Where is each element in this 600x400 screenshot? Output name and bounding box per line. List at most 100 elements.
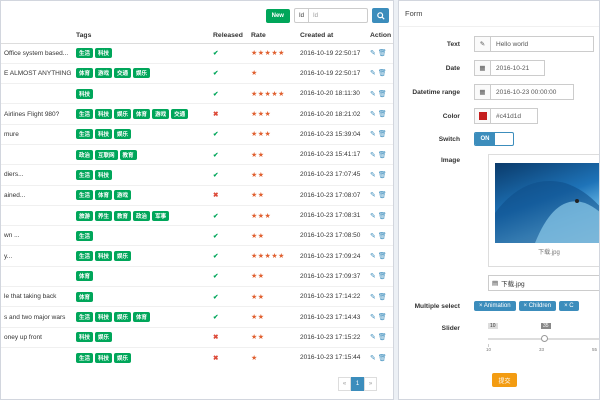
- edit-icon[interactable]: ✎: [370, 213, 378, 220]
- edit-icon[interactable]: ✎: [370, 172, 378, 179]
- trash-icon[interactable]: 🗑: [378, 152, 387, 159]
- check-icon: ✔: [213, 232, 219, 240]
- edit-icon[interactable]: ✎: [370, 273, 378, 280]
- tag-badge: 生活: [76, 230, 94, 241]
- table-row: diers... 生活 科技 ✔ ★★ 2016-10-23 17:07:45 ✎ 🗑: [1, 164, 393, 186]
- chip-animation[interactable]: × Animation: [474, 301, 516, 311]
- trash-icon[interactable]: 🗑: [378, 253, 387, 260]
- edit-icon[interactable]: ✎: [370, 294, 378, 301]
- text-field[interactable]: ✎ Hello world: [474, 36, 594, 52]
- table-row: 政治 互联网 教育 ✔ ★★ 2016-10-23 15:41:17 ✎ 🗑: [1, 143, 393, 165]
- text-row: Text ✎ Hello world: [399, 36, 599, 52]
- edit-icon[interactable]: ✎: [370, 253, 378, 260]
- cell-tags: 生活 科技 娱乐: [73, 346, 210, 368]
- trash-icon[interactable]: 🗑: [378, 70, 387, 77]
- cell-title: [1, 265, 73, 287]
- cross-icon: ✖: [213, 111, 219, 119]
- cell-tags: 体育: [73, 265, 210, 287]
- cell-released: ✔: [210, 245, 248, 267]
- edit-icon[interactable]: ✎: [370, 334, 378, 341]
- cell-actions: ✎ 🗑: [367, 346, 393, 368]
- datetime-field[interactable]: ▦ 2016-10-23 00:00:00: [474, 84, 574, 100]
- slider-handle[interactable]: [541, 335, 548, 342]
- chip-c[interactable]: × C: [559, 301, 579, 311]
- slider-label: Slider: [441, 325, 460, 332]
- trash-icon[interactable]: 🗑: [378, 192, 387, 199]
- edit-icon[interactable]: ✎: [370, 70, 378, 77]
- table-row: oney up front 科技 娱乐 ✖ ★★ 2016-10-23 17:15:22 ✎…: [1, 326, 393, 348]
- color-swatch[interactable]: [475, 109, 491, 123]
- trash-icon[interactable]: 🗑: [378, 172, 387, 179]
- chip-children[interactable]: × Children: [518, 301, 557, 311]
- multiselect-field[interactable]: × Animation × Children × C: [474, 301, 582, 311]
- switch-toggle[interactable]: ON: [474, 132, 514, 146]
- table-row: wn ... 生活 ✔ ★★ 2016-10-23 17:08:50 ✎ 🗑: [1, 225, 393, 246]
- tag-badge: 生活: [76, 312, 94, 322]
- color-field[interactable]: #c41d1d: [474, 108, 538, 124]
- cell-title: le that taking back: [1, 286, 73, 307]
- cell-actions: ✎ 🗑: [367, 184, 393, 206]
- col-released[interactable]: Released: [210, 29, 248, 44]
- check-icon: ✔: [213, 131, 219, 139]
- page-next-button[interactable]: »: [364, 377, 377, 391]
- edit-icon[interactable]: ✎: [370, 50, 378, 57]
- cell-created-at: 2016-10-23 17:09:37: [297, 265, 367, 287]
- color-value: #c41d1d: [496, 112, 521, 120]
- col-tags[interactable]: Tags: [73, 29, 210, 44]
- pagination: « 1 »: [338, 377, 377, 391]
- edit-icon[interactable]: ✎: [370, 111, 378, 118]
- edit-icon[interactable]: ✎: [370, 355, 378, 362]
- page-1-button[interactable]: 1: [351, 377, 364, 391]
- cell-released: ✔: [210, 204, 248, 226]
- cross-icon: ✖: [213, 192, 219, 200]
- search-button[interactable]: [372, 8, 389, 23]
- trash-icon[interactable]: 🗑: [378, 131, 387, 138]
- cell-released: ✔: [210, 225, 248, 246]
- file-row: ▤ 下载.jpg: [488, 275, 599, 291]
- trash-icon[interactable]: 🗑: [378, 273, 387, 280]
- cell-actions: ✎ 🗑: [367, 164, 393, 186]
- trash-icon[interactable]: 🗑: [378, 213, 387, 220]
- edit-icon[interactable]: ✎: [370, 233, 378, 240]
- col-created-at[interactable]: Created at: [297, 29, 367, 44]
- cell-created-at: 2016-10-23 17:07:45: [297, 164, 367, 186]
- tag-badge: 生活: [76, 48, 94, 59]
- tag-badge: 科技: [95, 352, 113, 363]
- trash-icon[interactable]: 🗑: [378, 50, 387, 57]
- search-input[interactable]: Id: [309, 13, 367, 19]
- cell-title: wn ...: [1, 225, 73, 246]
- pencil-icon: ✎: [475, 37, 491, 51]
- cell-tags: 生活: [73, 225, 210, 246]
- slider[interactable]: 10 35 10 33 55: [486, 323, 599, 357]
- edit-icon[interactable]: ✎: [370, 91, 378, 98]
- tag-badge: 科技: [76, 88, 94, 99]
- table-row: mure 生活 科技 娱乐 ✔ ★★★ 2016-10-23 15:39:04 ✎ 🗑: [1, 123, 393, 145]
- edit-icon[interactable]: ✎: [370, 192, 378, 199]
- check-icon: ✔: [213, 50, 219, 58]
- trash-icon[interactable]: 🗑: [378, 91, 387, 98]
- search-field-select[interactable]: Id: [295, 9, 309, 22]
- grid-panel: New Id Id Tags Released Rate Created at …: [0, 0, 394, 400]
- date-field[interactable]: ▦ 2016-10-21: [474, 60, 545, 76]
- trash-icon[interactable]: 🗑: [378, 111, 387, 118]
- edit-icon[interactable]: ✎: [370, 314, 378, 321]
- page-prev-button[interactable]: «: [338, 377, 351, 391]
- trash-icon[interactable]: 🗑: [378, 355, 387, 362]
- cell-tags: 生活 体育 游戏: [73, 184, 210, 206]
- col-rate[interactable]: Rate: [248, 29, 297, 44]
- datetime-row: Datetime range ▦ 2016-10-23 00:00:00: [399, 84, 599, 100]
- date-value: 2016-10-21: [496, 64, 530, 72]
- submit-button[interactable]: 提交: [492, 373, 517, 387]
- edit-icon[interactable]: ✎: [370, 131, 378, 138]
- new-button[interactable]: New: [265, 8, 290, 23]
- file-field[interactable]: ▤ 下载.jpg: [488, 275, 599, 291]
- trash-icon[interactable]: 🗑: [378, 233, 387, 240]
- cell-title: E ALMOST ANYTHING: [1, 62, 73, 84]
- trash-icon[interactable]: 🗑: [378, 294, 387, 301]
- tag-badge: 教育: [114, 210, 132, 221]
- rating-stars: ★★: [251, 232, 265, 240]
- trash-icon[interactable]: 🗑: [378, 314, 387, 321]
- trash-icon[interactable]: 🗑: [378, 334, 387, 341]
- check-icon: ✔: [213, 253, 219, 261]
- edit-icon[interactable]: ✎: [370, 152, 378, 159]
